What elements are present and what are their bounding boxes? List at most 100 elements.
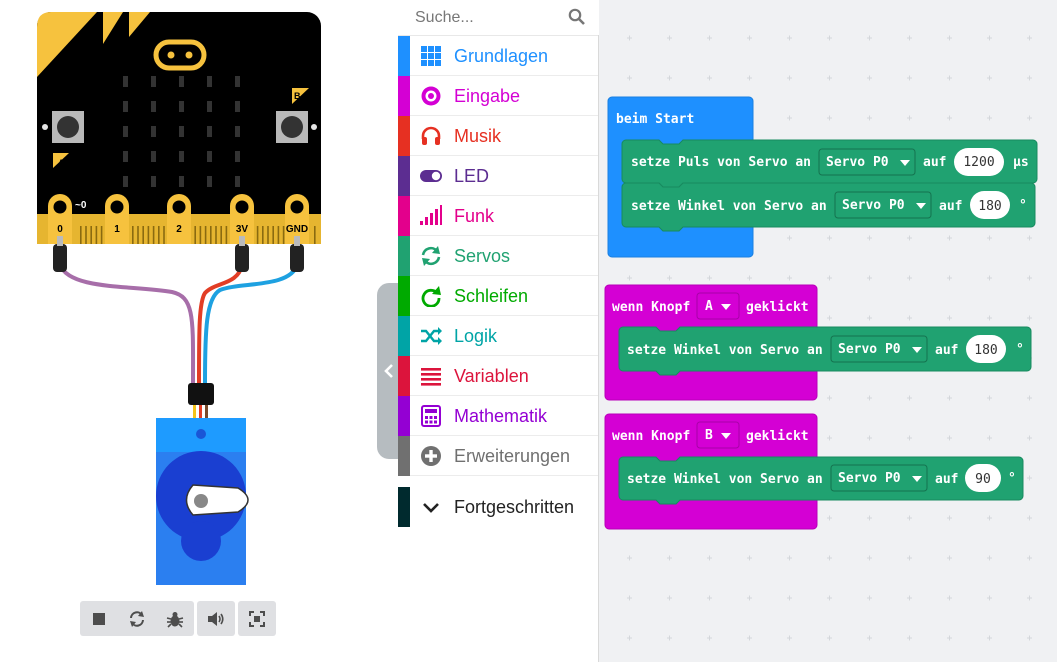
- grid-mark: [987, 275, 992, 281]
- edge-connector-pin: [158, 226, 160, 244]
- grid-mark: [827, 515, 832, 521]
- toolbox: Grundlagen Eingabe Musik LED Funk Servos Schle…: [398, 0, 599, 662]
- svg-text:1200: 1200: [963, 155, 994, 170]
- plus-circle-icon: [421, 446, 441, 466]
- edge-connector-pin: [210, 226, 212, 244]
- debug-button[interactable]: [156, 601, 194, 636]
- servo-pin-dropdown[interactable]: Servo P0: [834, 191, 932, 219]
- grid-mark: [667, 75, 672, 81]
- edge-connector-pin: [199, 226, 202, 244]
- blocks-workspace[interactable]: beim Start setze Puls von Servo an Servo…: [599, 0, 1057, 662]
- unit-label: °: [1008, 471, 1016, 486]
- grid-mark: [667, 595, 672, 601]
- servo-pin-dropdown[interactable]: Servo P0: [818, 148, 916, 176]
- grid-mark: [987, 235, 992, 241]
- category-color-bar: [398, 356, 410, 396]
- toggle-icon: [420, 170, 442, 182]
- grid-mark: [947, 515, 952, 521]
- simulator-toolbar: [80, 601, 276, 636]
- toolbox-category-fortgeschritten[interactable]: Fortgeschritten: [398, 487, 598, 527]
- grid-mark: [947, 635, 952, 641]
- led-pixel: [207, 126, 212, 137]
- edge-connector-pin: [277, 226, 280, 244]
- sound-icon: [208, 611, 224, 626]
- led-pixel: [207, 101, 212, 112]
- svg-text:A: A: [705, 299, 713, 314]
- edge-connector-pin: [225, 226, 228, 244]
- toolbox-category-musik[interactable]: Musik: [398, 116, 598, 156]
- edge-connector-pin: [85, 226, 87, 244]
- servo-angle-block-a[interactable]: setze Winkel von Servo an Servo P0 auf 1…: [618, 326, 1032, 376]
- edge-connector-pin: [215, 226, 217, 244]
- toolbox-category-led[interactable]: LED: [398, 156, 598, 196]
- toolbox-category-servos[interactable]: Servos: [398, 236, 598, 276]
- toolbox-category-funk[interactable]: Funk: [398, 196, 598, 236]
- grid-mark: [827, 635, 832, 641]
- toolbox-category-schleifen[interactable]: Schleifen: [398, 276, 598, 316]
- led-pixel: [123, 76, 128, 87]
- grid-mark: [827, 395, 832, 401]
- pin-1[interactable]: [105, 194, 129, 244]
- toolbox-category-mathematik[interactable]: Mathematik: [398, 396, 598, 436]
- grid-mark: [827, 315, 832, 321]
- pin-label: 2: [176, 224, 182, 235]
- toolbox-category-eingabe[interactable]: Eingabe: [398, 76, 598, 116]
- microbit-simulator: A B 0 1 2 3V GND ~0: [37, 12, 321, 585]
- grid-mark: [947, 315, 952, 321]
- pin-2[interactable]: [167, 194, 191, 244]
- unit-label: µs: [1013, 155, 1029, 170]
- grid-mark: [1027, 395, 1032, 401]
- grid-mark: [747, 35, 752, 41]
- grid-mark: [1027, 475, 1032, 481]
- grid-mark: [907, 35, 912, 41]
- angle-value-field[interactable]: 180: [970, 191, 1010, 219]
- svg-text:auf: auf: [939, 199, 962, 214]
- svg-text:90: 90: [975, 472, 991, 487]
- svg-text:Servo P0: Servo P0: [838, 471, 901, 486]
- servo-pin-dropdown[interactable]: Servo P0: [830, 335, 928, 363]
- servo-pin-dropdown[interactable]: Servo P0: [830, 464, 928, 492]
- screenshot-button[interactable]: [238, 601, 276, 636]
- servo-angle-block-b[interactable]: setze Winkel von Servo an Servo P0 auf 9…: [618, 456, 1024, 505]
- angle-value-field[interactable]: 180: [966, 335, 1006, 363]
- grid-icon: [421, 46, 441, 66]
- grid-mark: [987, 555, 992, 561]
- calculator-icon: [421, 405, 441, 427]
- collapse-simulator-button[interactable]: [377, 283, 400, 459]
- button-a-dropdown[interactable]: A: [696, 292, 740, 320]
- search-icon[interactable]: [568, 8, 585, 25]
- sound-button[interactable]: [197, 601, 235, 636]
- led-pixel: [207, 151, 212, 162]
- grid-mark: [867, 435, 872, 441]
- grid-mark: [947, 35, 952, 41]
- screenshot-icon: [249, 610, 265, 627]
- led-pixel: [179, 176, 184, 187]
- edge-connector-pin: [262, 226, 264, 244]
- led-pixel: [207, 176, 212, 187]
- toolbox-category-logik[interactable]: Logik: [398, 316, 598, 356]
- svg-text:180: 180: [974, 343, 997, 358]
- edge-connector-pin: [220, 226, 222, 244]
- simulator-sound-group: [197, 601, 235, 636]
- stop-button[interactable]: [80, 601, 118, 636]
- restart-button[interactable]: [118, 601, 156, 636]
- category-color-bar: [398, 316, 410, 356]
- button-b-dropdown[interactable]: B: [696, 421, 740, 449]
- grid-mark: [1027, 115, 1032, 121]
- edge-connector-pin: [267, 226, 269, 244]
- servo-pulse-block[interactable]: setze Puls von Servo an Servo P0 auf 120…: [621, 139, 1038, 188]
- category-color-bar: [398, 196, 410, 236]
- servo-angle-block[interactable]: setze Winkel von Servo an Servo P0 auf 1…: [621, 182, 1036, 232]
- pulse-value-field[interactable]: 1200: [954, 148, 1004, 176]
- toolbox-category-erweiterungen[interactable]: Erweiterungen: [398, 436, 598, 476]
- led-pixel: [235, 176, 240, 187]
- edge-connector-pin: [147, 226, 150, 244]
- toolbox-category-variablen[interactable]: Variablen: [398, 356, 598, 396]
- toolbox-category-grundlagen[interactable]: Grundlagen: [398, 36, 598, 76]
- angle-value-field[interactable]: 90: [965, 464, 1001, 492]
- grid-mark: [667, 635, 672, 641]
- category-label: Funk: [454, 206, 495, 226]
- grid-mark: [867, 275, 872, 281]
- grid-mark: [947, 395, 952, 401]
- category-color-bar: [398, 36, 410, 76]
